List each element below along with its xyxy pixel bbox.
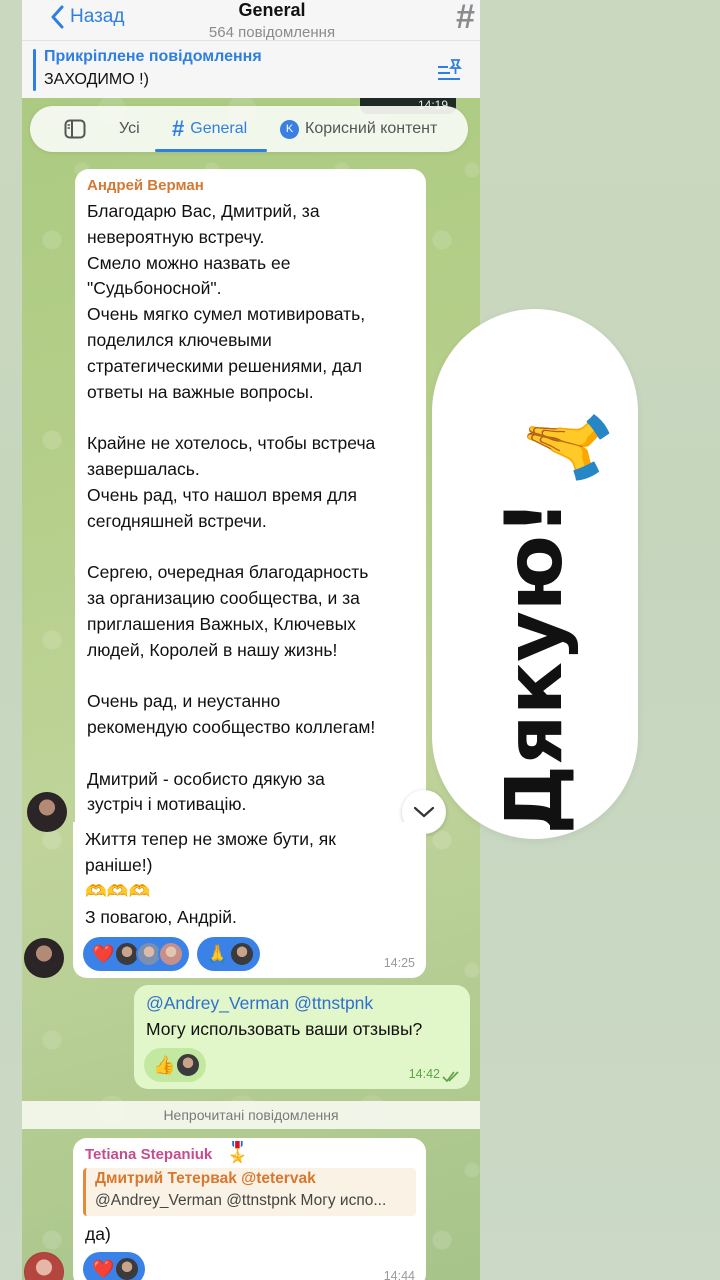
topic-badge-icon: K bbox=[280, 119, 299, 139]
avatar bbox=[228, 941, 255, 967]
message-bubble[interactable]: Андрей Верман Благодарю Вас, Дмитрий, за… bbox=[75, 169, 426, 829]
chat-title: General bbox=[238, 0, 306, 20]
unread-messages-divider: Непрочитані повідомлення bbox=[22, 1101, 480, 1129]
pinned-indicator-bar bbox=[33, 49, 36, 91]
chevron-left-icon bbox=[51, 5, 64, 29]
message-text: Благодарю Вас, Дмитрий, за невероятную в… bbox=[87, 201, 376, 815]
avatar[interactable] bbox=[27, 792, 67, 832]
tab-all-label: Усі bbox=[119, 120, 140, 137]
back-button[interactable]: Назад bbox=[50, 4, 124, 30]
avatar bbox=[175, 1052, 202, 1078]
read-checkmarks-icon bbox=[442, 1071, 459, 1083]
message-text: да) bbox=[85, 1224, 111, 1244]
tab-useful-content[interactable]: K Корисний контент bbox=[280, 106, 437, 152]
avatar bbox=[158, 941, 185, 967]
pinned-label: Прикріплене повідомлення bbox=[44, 48, 262, 65]
topic-hash-icon[interactable]: # bbox=[456, 0, 475, 34]
reaction-heart[interactable]: ❤️ bbox=[83, 1252, 146, 1280]
reactions: ❤️ 🙏 bbox=[83, 937, 260, 971]
active-tab-indicator bbox=[155, 149, 267, 152]
message-text: Життя тепер не зможе бути, як раніше!) 🫶… bbox=[85, 829, 336, 927]
thumbs-up-emoji: 👍 bbox=[153, 1054, 176, 1075]
unread-label: Непрочитані повідомлення bbox=[163, 1107, 339, 1123]
chat-title-area[interactable]: General 564 повідомлення bbox=[162, 0, 382, 42]
message-time: 14:25 bbox=[383, 956, 415, 970]
pinned-message[interactable]: Прикріплене повідомлення ЗАХОДИМО !) bbox=[22, 40, 480, 98]
tab-general-label: General bbox=[190, 120, 248, 137]
pray-emoji: 🙏 bbox=[513, 386, 618, 498]
reaction-thumbs-up[interactable]: 👍 bbox=[144, 1048, 207, 1082]
sidebar-toggle-icon[interactable] bbox=[64, 119, 86, 139]
back-label: Назад bbox=[70, 6, 125, 27]
tab-all[interactable]: Усі bbox=[119, 106, 140, 152]
reactions: 👍 bbox=[144, 1048, 207, 1082]
hash-icon: # bbox=[172, 116, 185, 141]
avatar bbox=[114, 1256, 141, 1280]
message-text: Могу использовать ваши отзывы? bbox=[146, 1019, 423, 1039]
reaction-heart[interactable]: ❤️ bbox=[83, 937, 190, 971]
avatar[interactable] bbox=[24, 938, 64, 978]
tab-general[interactable]: # General bbox=[172, 106, 247, 152]
thank-you-sticker: 🙏 Дякую! bbox=[432, 309, 638, 839]
sender-name[interactable]: Tetiana Stepaniuk bbox=[85, 1144, 212, 1166]
reply-text: @Andrey_Verman @ttnstpnk Могу испо... bbox=[95, 1192, 387, 1209]
reactions: ❤️ bbox=[83, 1252, 146, 1280]
topic-tabs: Усі # General K Корисний контент bbox=[30, 106, 468, 152]
message-time: 14:42 bbox=[408, 1067, 440, 1081]
message-bubble[interactable]: Життя тепер не зможе бути, як раніше!) 🫶… bbox=[73, 822, 426, 978]
reaction-pray[interactable]: 🙏 bbox=[197, 937, 260, 971]
mention-links[interactable]: @Andrey_Verman @ttnstpnk bbox=[146, 993, 373, 1014]
sticker-text: Дякую! bbox=[490, 499, 580, 835]
sender-name[interactable]: Андрей Верман bbox=[87, 175, 204, 197]
message-bubble[interactable]: Tetiana Stepaniuk 🎖️ Дмитрий Тетерваk @t… bbox=[73, 1138, 426, 1280]
heart-emoji: ❤️ bbox=[92, 943, 115, 964]
pinned-text: ЗАХОДИМО !) bbox=[44, 71, 149, 88]
heart-emoji: ❤️ bbox=[92, 1258, 115, 1279]
pray-emoji: 🙏 bbox=[206, 943, 229, 964]
tab-useful-label: Корисний контент bbox=[305, 120, 438, 137]
pin-list-icon[interactable] bbox=[436, 57, 462, 83]
outgoing-message-bubble[interactable]: @Andrey_Verman @ttnstpnk Могу использова… bbox=[134, 985, 470, 1089]
reply-quote[interactable]: Дмитрий Тетерваk @tetervak @Andrey_Verma… bbox=[83, 1168, 416, 1216]
message-time: 14:44 bbox=[383, 1269, 415, 1280]
chevron-down-icon bbox=[413, 806, 435, 818]
reply-sender: Дмитрий Тетерваk @tetervak bbox=[95, 1170, 316, 1187]
sender-badge-emoji: 🎖️ bbox=[225, 1142, 250, 1164]
